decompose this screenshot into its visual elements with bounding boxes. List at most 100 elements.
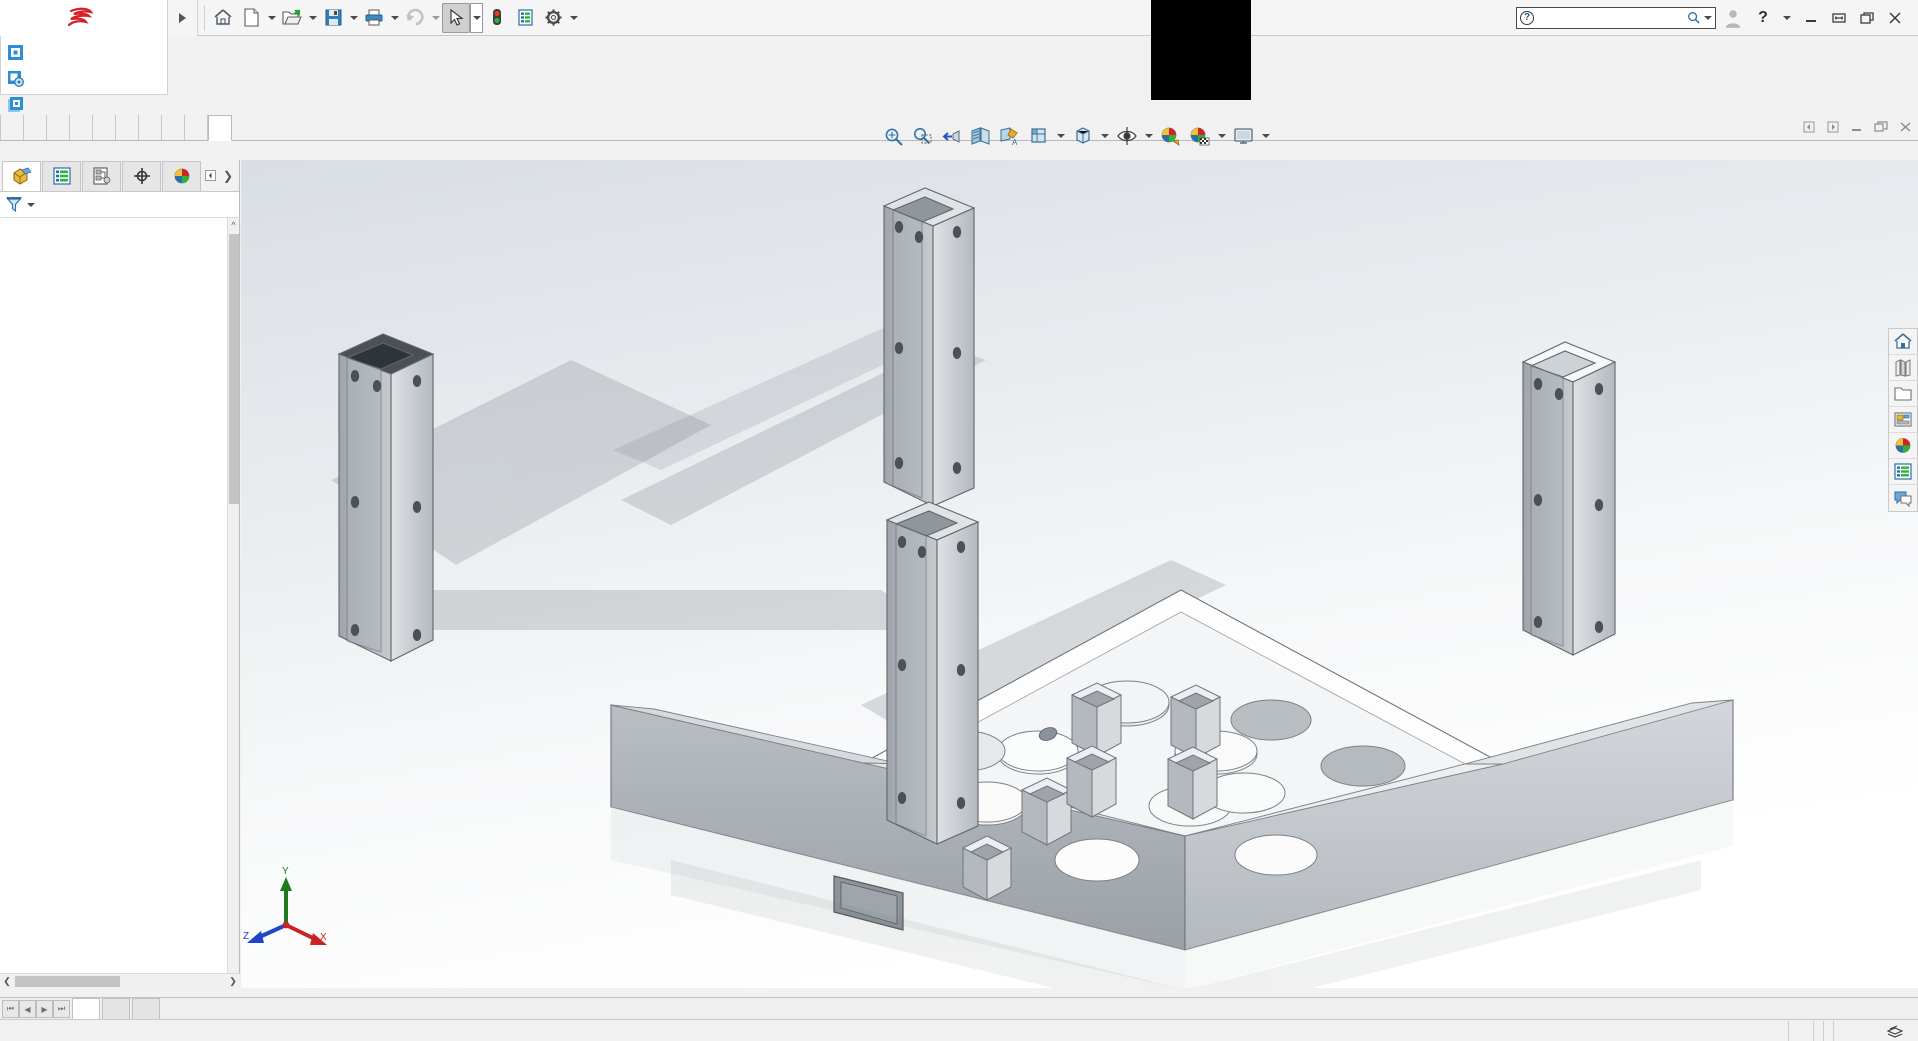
status-units-caret[interactable]	[1858, 1021, 1878, 1041]
view-orientation-caret-icon[interactable]	[1054, 123, 1067, 149]
design-library-icon[interactable]	[1889, 355, 1917, 381]
hscroll-right-icon[interactable]: ❯	[226, 976, 240, 987]
undo-icon[interactable]	[401, 3, 429, 33]
settings-caret-icon[interactable]	[567, 3, 580, 33]
tab-simulation[interactable]	[116, 115, 139, 140]
graphics-viewport[interactable]: Y X Z	[241, 160, 1918, 988]
menu-item-batch-pdf[interactable]	[1, 91, 167, 117]
display-style-icon[interactable]	[1069, 123, 1096, 149]
custom-properties-icon[interactable]	[1889, 459, 1917, 485]
tab-sketch[interactable]	[47, 115, 70, 140]
prev-tab-button[interactable]: ◀	[19, 1000, 36, 1018]
document-prev-button[interactable]	[1800, 118, 1818, 136]
tab-3d-views[interactable]	[102, 998, 130, 1019]
view-palette-icon[interactable]	[1889, 407, 1917, 433]
view-orientation-paint-icon[interactable]: A	[996, 123, 1023, 149]
dimxpert-manager-tab[interactable]	[122, 160, 161, 191]
tab-assembly[interactable]	[0, 115, 24, 140]
tab-cam[interactable]	[162, 115, 185, 140]
search-caret-icon[interactable]	[1704, 15, 1712, 20]
last-tab-button[interactable]: ⏭	[53, 1000, 70, 1018]
file-explorer-folder-icon[interactable]	[1889, 381, 1917, 407]
appearances-scenes-icon[interactable]	[1889, 433, 1917, 459]
hscroll-left-icon[interactable]: ❮	[0, 976, 14, 987]
feature-tree-vertical-scrollbar[interactable]: ^ ˅	[227, 218, 239, 988]
menu-item-change-settings[interactable]	[1, 65, 167, 91]
scroll-up-icon[interactable]: ^	[228, 218, 239, 232]
scrollbar-thumb[interactable]	[229, 234, 239, 504]
help-icon[interactable]: ?	[1750, 5, 1776, 31]
minimize-button[interactable]	[1798, 5, 1824, 31]
view-settings-icon[interactable]	[1230, 123, 1257, 149]
close-button[interactable]	[1882, 5, 1908, 31]
property-manager-tab[interactable]	[42, 160, 81, 191]
hscrollbar-thumb[interactable]	[15, 975, 120, 987]
print-icon[interactable]	[360, 3, 388, 33]
select-cursor-icon[interactable]	[442, 2, 470, 33]
tab-evaluate[interactable]	[70, 115, 93, 140]
tab-mbd[interactable]	[139, 115, 162, 140]
status-overlay-icon[interactable]	[1878, 1021, 1912, 1041]
open-folder-icon[interactable]	[278, 3, 306, 33]
open-folder-caret-icon[interactable]	[306, 3, 319, 33]
first-tab-button[interactable]: ⏮	[2, 1000, 19, 1018]
configuration-manager-tab[interactable]	[82, 160, 121, 191]
display-style-caret-icon[interactable]	[1098, 123, 1111, 149]
user-account-icon[interactable]	[1720, 5, 1746, 31]
select-caret-icon[interactable]	[470, 2, 483, 33]
rebuild-traffic-light-icon[interactable]	[483, 3, 511, 33]
home-icon[interactable]	[209, 3, 237, 33]
solidworks-logo-button[interactable]	[0, 0, 168, 36]
display-manager-tab[interactable]	[162, 160, 201, 191]
maximize-button[interactable]	[1854, 5, 1880, 31]
options-list-icon[interactable]	[511, 3, 539, 33]
document-next-button[interactable]	[1824, 118, 1842, 136]
status-units[interactable]	[1833, 1020, 1858, 1041]
tab-layout[interactable]	[24, 115, 47, 140]
view-home-icon[interactable]	[1889, 329, 1917, 355]
hide-show-caret-icon[interactable]	[1142, 123, 1155, 149]
help-question-icon: ?	[1520, 10, 1534, 25]
new-document-caret-icon[interactable]	[265, 3, 278, 33]
document-restore-button[interactable]	[1872, 118, 1890, 136]
view-settings-caret-icon[interactable]	[1259, 123, 1272, 149]
edit-appearance-icon[interactable]	[1157, 123, 1184, 149]
hide-show-items-icon[interactable]	[1113, 123, 1140, 149]
feature-tree[interactable]	[0, 218, 227, 988]
feature-manager-collapse-button[interactable]	[202, 165, 218, 187]
menu-item-create-pdf[interactable]	[1, 39, 167, 65]
restore-button[interactable]	[1826, 5, 1852, 31]
zoom-to-fit-icon[interactable]	[880, 123, 907, 149]
feature-manager-expand-button[interactable]: ❯	[220, 165, 236, 187]
help-caret-icon[interactable]	[1780, 5, 1794, 31]
comments-icon[interactable]	[1889, 485, 1917, 511]
pin-menu-arrow-icon[interactable]	[168, 0, 198, 36]
tab-autodesk-simulation-mechanical[interactable]	[185, 115, 208, 140]
tab-model[interactable]	[72, 998, 100, 1019]
previous-view-icon[interactable]	[938, 123, 965, 149]
document-close-button[interactable]	[1896, 118, 1914, 136]
print-caret-icon[interactable]	[388, 3, 401, 33]
cad-model-render	[241, 160, 1918, 988]
feature-tree-horizontal-scrollbar[interactable]: ❮ ❯	[0, 973, 240, 988]
settings-gear-icon[interactable]	[539, 3, 567, 33]
filter-caret-icon[interactable]	[27, 202, 35, 207]
undo-caret-icon[interactable]	[429, 3, 442, 33]
apply-scene-caret-icon[interactable]	[1215, 123, 1228, 149]
feature-tree-filter[interactable]	[0, 192, 239, 218]
feature-tree-tab[interactable]	[2, 160, 41, 191]
save-caret-icon[interactable]	[347, 3, 360, 33]
section-view-icon[interactable]	[967, 123, 994, 149]
zoom-to-area-icon[interactable]	[909, 123, 936, 149]
apply-scene-icon[interactable]	[1186, 123, 1213, 149]
search-input[interactable]: ?	[1516, 6, 1716, 29]
view-orientation-icon[interactable]	[1025, 123, 1052, 149]
status-bar	[0, 1019, 1918, 1041]
new-document-icon[interactable]	[237, 3, 265, 33]
save-icon[interactable]	[319, 3, 347, 33]
tab-motion-study-1[interactable]	[132, 998, 160, 1019]
document-minimize-button[interactable]	[1848, 118, 1866, 136]
next-tab-button[interactable]: ▶	[36, 1000, 53, 1018]
tab-bluebeam[interactable]	[208, 115, 232, 141]
tab-solidworks-add-ins[interactable]	[93, 115, 116, 140]
